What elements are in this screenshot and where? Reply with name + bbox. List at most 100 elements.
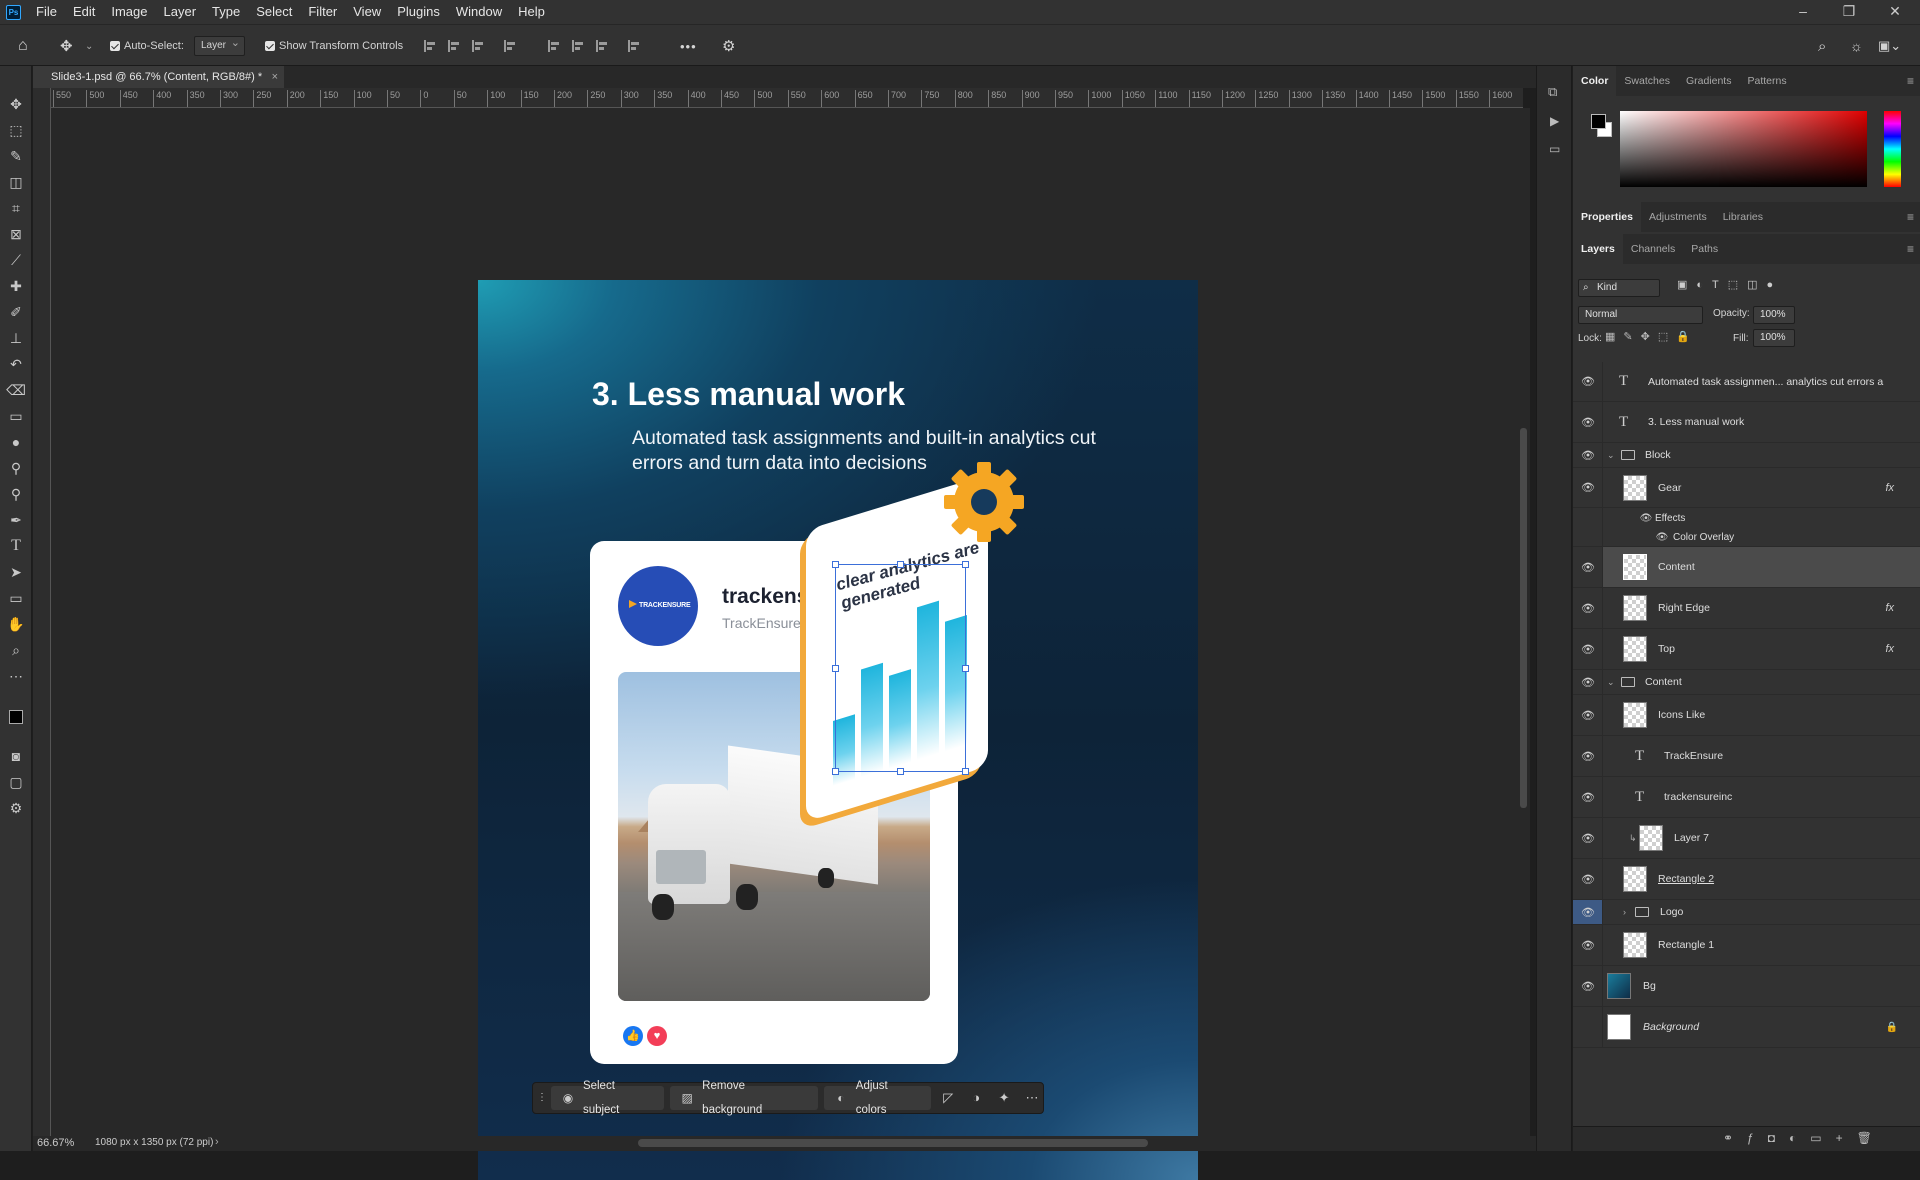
tab-libraries[interactable]: Libraries [1715,202,1771,232]
minimize-button[interactable]: – [1780,0,1826,24]
workspace-icon[interactable]: ▣⌄ [1878,25,1901,67]
layer-row[interactable]: 👁 T Automated task assignmen... analytic… [1573,362,1920,402]
mask-icon[interactable]: ◑ [965,1087,987,1109]
layer-row[interactable]: 👁 T 3. Less manual work [1573,402,1920,443]
color-picker-field[interactable] [1620,111,1867,187]
eye-icon[interactable]: 👁 [1581,416,1595,429]
menu-file[interactable]: File [28,0,65,24]
layer-filter-kind[interactable]: ⌕ Kind [1578,279,1660,297]
tool-preset-chevron-icon[interactable]: ⌄ [85,25,93,67]
eye-icon[interactable]: 👁 [1581,449,1595,462]
eye-icon[interactable]: 👁 [1581,643,1595,656]
eye-icon[interactable]: 👁 [1581,676,1595,689]
layer-row[interactable]: 👁 ⌄ Content [1573,670,1920,695]
transform-handle[interactable] [962,768,969,775]
layer-footer-icons[interactable]: ⚭ƒ◘◐▭+🗑 [1723,1131,1886,1145]
layer-row[interactable]: 👁 Rectangle 1 [1573,925,1920,966]
panel-menu-icon[interactable]: ≡ [1907,234,1914,264]
eye-icon[interactable]: 👁 [1581,980,1595,993]
eye-icon[interactable]: 👁 [1581,481,1595,494]
tab-swatches[interactable]: Swatches [1616,66,1678,96]
restore-button[interactable]: ❐ [1826,0,1872,24]
screen-mode-icon[interactable]: ▢ [6,772,26,792]
remove-background-button[interactable]: ▨ Remove background [670,1080,818,1116]
align-center-icon[interactable] [448,40,460,52]
fx-icon[interactable]: fx [1885,602,1894,614]
layer-filter-icons[interactable]: ▣◐T⬚◫● [1677,278,1782,291]
brush-tool-icon[interactable]: ✐ [6,302,26,322]
dodge-tool-icon[interactable]: ⚲ [6,458,26,478]
auto-select-target[interactable]: Layer [194,34,246,56]
panel-menu-icon[interactable]: ≡ [1907,66,1914,96]
drag-handle-icon[interactable]: ⋮ [537,1087,547,1109]
auto-select-checkbox[interactable]: Auto-Select: [110,25,184,67]
menu-view[interactable]: View [345,0,389,24]
blend-mode-select[interactable]: Normal [1578,306,1703,324]
eye-icon[interactable]: 👁 [1581,906,1595,919]
layer-effects-row[interactable]: 👁 Effects [1573,508,1920,528]
generative-fill-icon[interactable]: ⚙ [6,798,26,818]
more-tools-icon[interactable]: ⋯ [6,666,26,686]
history-brush-icon[interactable]: ↶ [6,354,26,374]
chevron-down-icon[interactable]: ⌄ [1607,450,1615,461]
rectangle-tool-icon[interactable]: ▭ [6,588,26,608]
gear-settings-icon[interactable]: ⚙ [722,25,735,67]
transform-handle[interactable] [832,561,839,568]
chevron-down-icon[interactable]: ⌄ [1607,677,1615,688]
transform-handle[interactable] [962,561,969,568]
layer-row[interactable]: 👁 Gear fx [1573,468,1920,508]
tab-color[interactable]: Color [1573,66,1617,96]
chevron-right-icon[interactable]: › [1623,907,1626,917]
pen-tool-icon[interactable]: ✒ [6,510,26,530]
transform-handle[interactable] [832,768,839,775]
layer-row[interactable]: 👁 Top fx [1573,629,1920,670]
eye-icon[interactable]: 👁 [1581,602,1595,615]
layer-row[interactable]: Background 🔒 [1573,1007,1920,1048]
select-subject-button[interactable]: ◉ Select subject [551,1080,665,1116]
menu-select[interactable]: Select [248,0,300,24]
actions-play-icon[interactable]: ▶ [1550,114,1559,128]
eye-icon[interactable]: 👁 [1581,832,1595,845]
horizontal-scrollbar[interactable] [638,1139,1148,1147]
tab-adjustments[interactable]: Adjustments [1641,202,1715,232]
tab-channels[interactable]: Channels [1623,234,1683,264]
zoom-level[interactable]: 66.67% [37,1137,74,1149]
frame-select-icon[interactable]: ◫ [6,172,26,192]
layer-row-selected[interactable]: 👁 Content [1573,547,1920,588]
distribute-horizontal-icon[interactable] [628,40,640,52]
history-icon[interactable]: ⧉ [1548,84,1557,100]
eye-icon[interactable]: 👁 [1639,513,1653,524]
search-icon[interactable]: ⌕ [1818,25,1826,67]
fx-icon[interactable]: fx [1885,643,1894,655]
menu-help[interactable]: Help [510,0,553,24]
canvas-area[interactable]: 3. Less manual work Automated task assig… [51,108,1523,1180]
menu-plugins[interactable]: Plugins [389,0,448,24]
align-top-icon[interactable] [548,40,560,52]
eye-icon[interactable]: 👁 [1581,873,1595,886]
layer-row[interactable]: 👁 › Logo [1573,900,1920,925]
eye-icon[interactable]: 👁 [1581,939,1595,952]
eye-icon[interactable]: 👁 [1581,561,1595,574]
crop-tool-icon[interactable]: ⌗ [6,198,26,218]
eye-icon[interactable]: 👁 [1581,791,1595,804]
align-middle-icon[interactable] [572,40,584,52]
align-right-icon[interactable] [472,40,484,52]
transform-handle[interactable] [832,665,839,672]
frame-tool-icon[interactable]: ⊠ [6,224,26,244]
generate-icon[interactable]: ✦ [993,1087,1015,1109]
layer-effect-row[interactable]: 👁 Color Overlay [1573,528,1920,547]
menu-image[interactable]: Image [103,0,155,24]
type-tool-icon[interactable]: T [6,536,26,556]
menu-layer[interactable]: Layer [156,0,205,24]
slide-artboard[interactable]: 3. Less manual work Automated task assig… [478,280,1198,1180]
align-left-icon[interactable] [424,40,436,52]
fill-input[interactable]: 100% [1753,329,1795,347]
close-window-button[interactable]: ✕ [1872,0,1918,24]
hue-slider[interactable] [1884,111,1901,187]
tab-properties[interactable]: Properties [1573,202,1641,232]
menu-type[interactable]: Type [204,0,248,24]
transform-handle[interactable] [897,768,904,775]
align-bottom-icon[interactable] [596,40,608,52]
layer-row[interactable]: 👁 ↳ Layer 7 [1573,818,1920,859]
show-transform-checkbox[interactable]: Show Transform Controls [265,25,403,67]
